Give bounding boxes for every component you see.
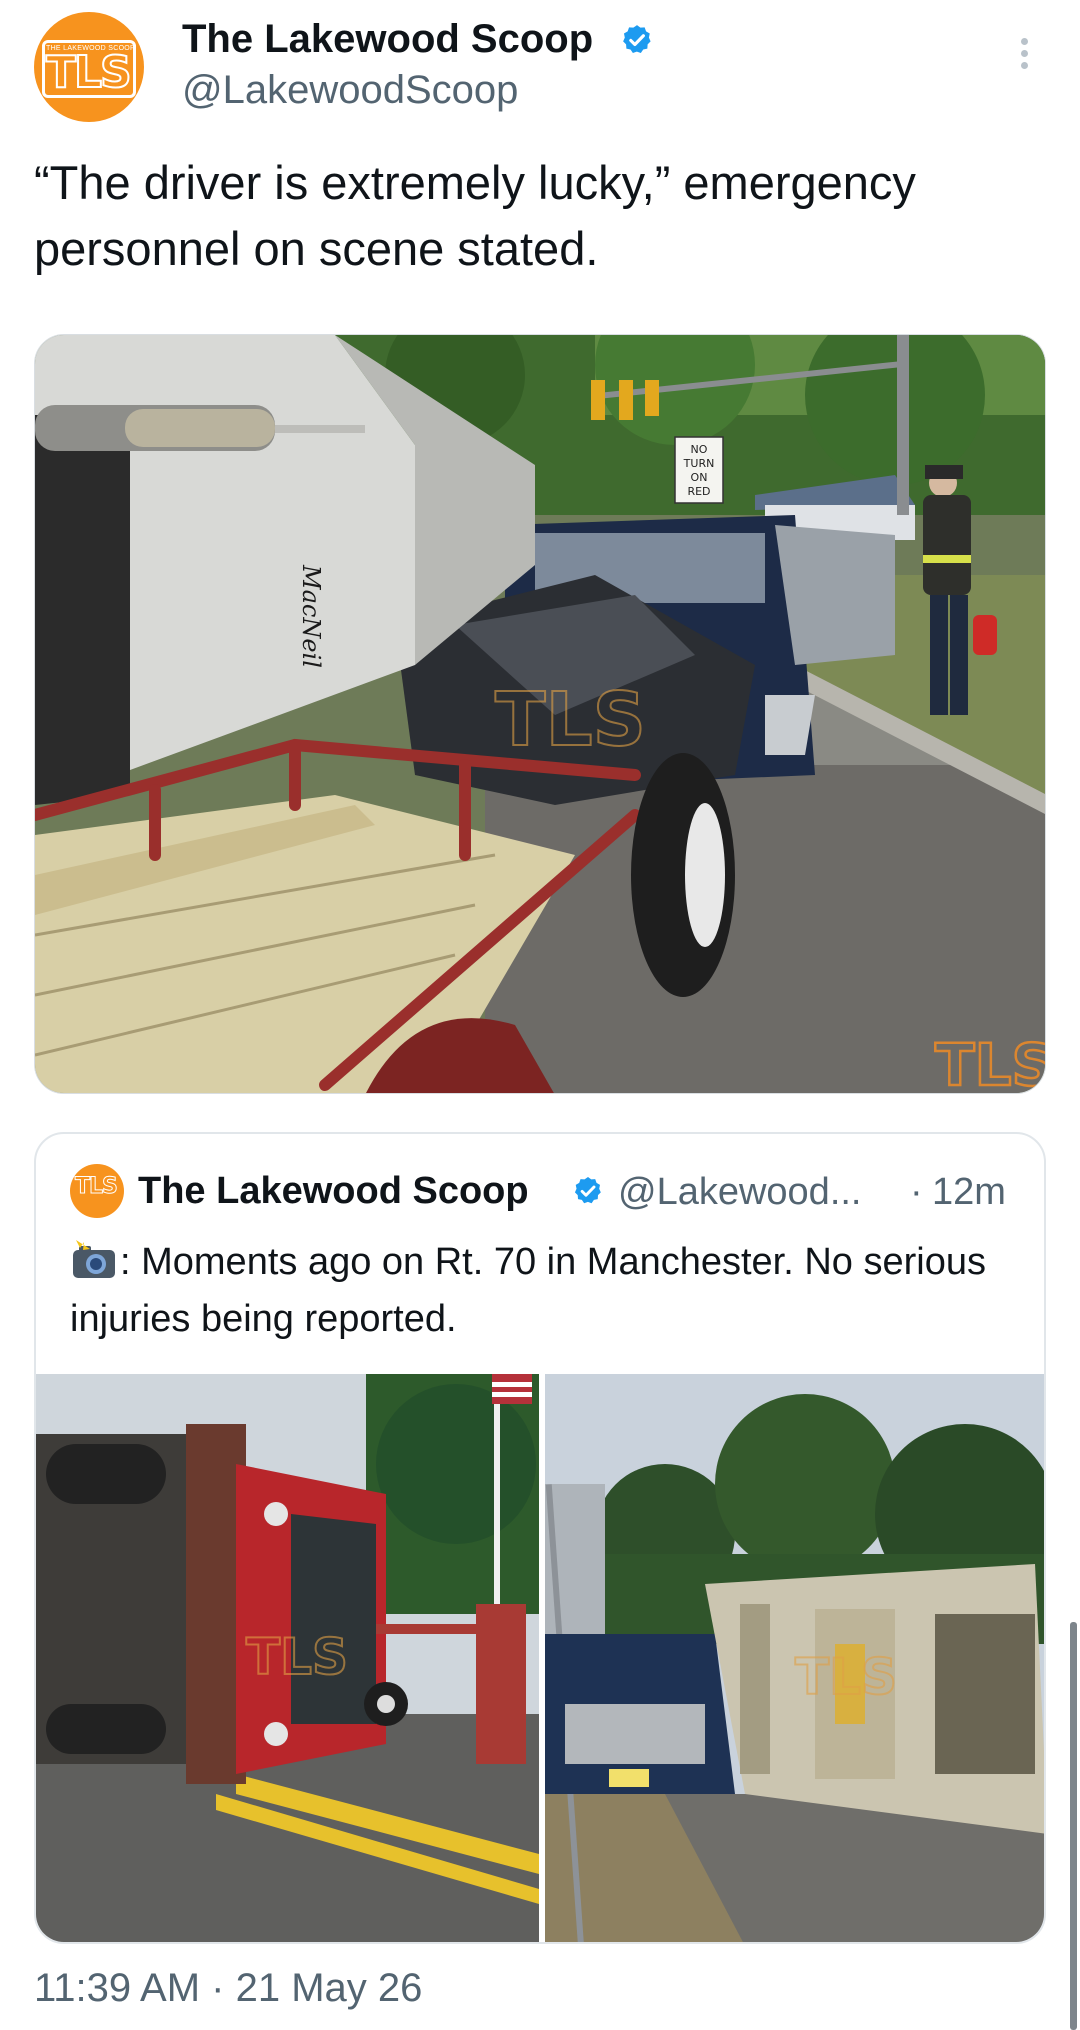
quoted-tweet-text-block: : Moments ago on Rt. 70 in Manchester. N… — [70, 1234, 1020, 1348]
image-watermark-center: TLS — [495, 677, 646, 763]
camera-flash-icon — [73, 1240, 115, 1278]
sign-line-1: NO — [691, 443, 708, 456]
overturned-cab-image: TLS — [36, 1374, 539, 1942]
overturned-truck-image: TLS — [545, 1374, 1044, 1942]
sign-line-4: RED — [687, 485, 710, 498]
quoted-avatar-logo-letters: TLS — [75, 1174, 119, 1199]
sign-line-3: ON — [691, 471, 708, 484]
quoted-display-name[interactable]: The Lakewood Scoop — [138, 1170, 529, 1213]
quoted-left-watermark: TLS — [246, 1628, 348, 1686]
quoted-time[interactable]: 12m — [932, 1171, 1006, 1214]
image-watermark-corner: TLS — [935, 1031, 1046, 1094]
scrollbar[interactable] — [1070, 1622, 1077, 2030]
quoted-separator: · — [910, 1171, 923, 1213]
verified-badge-icon — [623, 25, 651, 54]
author-handle[interactable]: @LakewoodScoop — [182, 68, 518, 113]
crash-scene-image: NO TURN ON RED MacNeil TLS TLS — [35, 335, 1046, 1094]
tweet-photo[interactable]: NO TURN ON RED MacNeil TLS TLS — [34, 334, 1046, 1094]
author-avatar[interactable]: THE LAKEWOOD SCOOP TLS — [34, 12, 144, 122]
more-options-icon[interactable] — [1014, 38, 1034, 78]
quoted-tweet-card[interactable]: TLS The Lakewood Scoop @Lakewood... · 12… — [34, 1132, 1046, 1944]
tweet-text: “The driver is extremely lucky,” emergen… — [34, 156, 916, 275]
quoted-photo-right[interactable]: TLS — [545, 1374, 1044, 1942]
quoted-tweet-text: : Moments ago on Rt. 70 in Manchester. N… — [70, 1241, 986, 1340]
sign-line-2: TURN — [683, 457, 715, 470]
quoted-author-avatar[interactable]: TLS — [70, 1164, 124, 1218]
quoted-handle[interactable]: @Lakewood... — [618, 1171, 862, 1214]
author-display-name[interactable]: The Lakewood Scoop — [182, 17, 593, 62]
quoted-right-watermark: TLS — [795, 1648, 897, 1706]
trailer-script-text: MacNeil — [297, 564, 325, 668]
tweet-timestamp[interactable]: 11:39 AM · 21 May 26 — [34, 1966, 422, 2011]
quoted-verified-badge-icon — [574, 1177, 601, 1204]
quoted-photo-left[interactable]: TLS — [36, 1374, 539, 1942]
avatar-logo: THE LAKEWOOD SCOOP TLS — [34, 12, 144, 122]
avatar-logo-letters: TLS — [45, 47, 133, 98]
